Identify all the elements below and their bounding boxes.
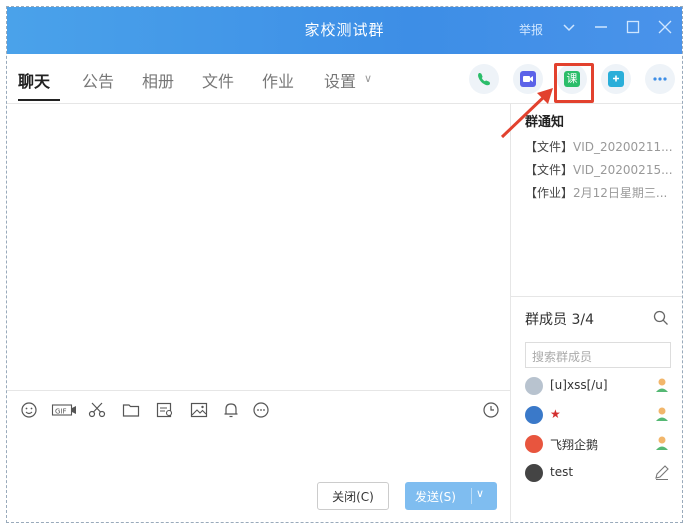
report-link[interactable]: 举报: [519, 21, 543, 38]
chat-message-area[interactable]: [7, 104, 510, 390]
notice-text: VID_20200211...: [573, 140, 673, 154]
active-tab-underline: [18, 99, 60, 101]
tab-chat[interactable]: 聊天: [18, 68, 50, 92]
gif-icon[interactable]: GIF: [51, 400, 77, 420]
message-plus-icon: [608, 71, 624, 87]
member-item[interactable]: [u]xss[/u]: [525, 375, 675, 397]
phone-icon: [478, 73, 490, 86]
teacher-icon: [656, 436, 668, 450]
tab-files[interactable]: 文件: [202, 68, 234, 92]
message-input[interactable]: [7, 427, 510, 477]
more-button[interactable]: [645, 64, 675, 94]
clock-icon[interactable]: [481, 400, 501, 420]
send-button[interactable]: 发送(S) ∨: [405, 482, 497, 510]
member-name: [u]xss[/u]: [550, 378, 608, 392]
message-button[interactable]: [601, 64, 631, 94]
close-icon[interactable]: [655, 17, 675, 37]
svg-text:GIF: GIF: [55, 407, 67, 415]
send-divider: [471, 488, 472, 504]
bell-icon[interactable]: [221, 400, 241, 420]
input-divider: [7, 390, 510, 391]
window-title: 家校测试群: [304, 21, 385, 39]
voice-call-button[interactable]: [469, 64, 499, 94]
members-title: 群成员 3/4: [525, 312, 594, 328]
minimize-icon[interactable]: [591, 17, 611, 37]
emoji-icon[interactable]: [19, 400, 39, 420]
member-name: ★: [550, 407, 561, 421]
avatar: [525, 464, 543, 482]
avatar: [525, 435, 543, 453]
chevron-down-icon[interactable]: ∨: [364, 72, 372, 85]
panel-divider: [510, 104, 511, 522]
member-name: test: [550, 465, 574, 479]
chevron-down-icon[interactable]: [559, 17, 579, 37]
avatar: [525, 406, 543, 424]
maximize-icon[interactable]: [623, 17, 643, 37]
notice-item[interactable]: 【文件】VID_20200215...: [525, 159, 680, 182]
send-button-label: 发送(S): [415, 490, 456, 504]
folder-icon[interactable]: [121, 400, 141, 420]
member-name: 飞翔企鹅: [550, 438, 599, 452]
close-button[interactable]: 关闭(C): [317, 482, 389, 510]
tab-settings[interactable]: 设置: [324, 68, 356, 92]
edit-icon[interactable]: [653, 463, 671, 481]
notice-tag: 【文件】: [525, 140, 574, 154]
scissors-icon[interactable]: [87, 400, 107, 420]
notice-text: 2月12日星期三...: [573, 186, 668, 200]
teacher-icon: [656, 407, 668, 421]
notice-tag: 【文件】: [525, 163, 574, 177]
notice-tag: 【作业】: [525, 186, 574, 200]
member-search-input[interactable]: 搜索群成员: [525, 342, 671, 368]
members-divider: [511, 296, 682, 297]
member-item[interactable]: test: [525, 462, 675, 484]
image-search-icon[interactable]: [155, 400, 175, 420]
annotation-arrow-icon: [500, 88, 553, 139]
image-icon[interactable]: [189, 400, 209, 420]
chevron-down-icon[interactable]: ∨: [476, 487, 484, 500]
group-chat-window: 家校测试群 举报 聊天 公告 相册 文件 作业 设置 ∨ 课 GIF 关闭(C)…: [6, 6, 683, 523]
more-circle-icon[interactable]: [251, 400, 271, 420]
notice-item[interactable]: 【作业】2月12日星期三...: [525, 182, 680, 205]
search-icon[interactable]: [652, 309, 670, 327]
teacher-icon: [656, 378, 668, 392]
member-item[interactable]: 飞翔企鹅: [525, 433, 675, 455]
tab-album[interactable]: 相册: [142, 68, 174, 92]
tab-homework[interactable]: 作业: [262, 68, 294, 92]
tab-announcement[interactable]: 公告: [82, 68, 114, 92]
title-bar: 家校测试群 举报: [7, 7, 682, 54]
notice-text: VID_20200215...: [573, 163, 673, 177]
member-item[interactable]: ★: [525, 404, 675, 426]
more-icon: [653, 77, 667, 81]
avatar: [525, 377, 543, 395]
